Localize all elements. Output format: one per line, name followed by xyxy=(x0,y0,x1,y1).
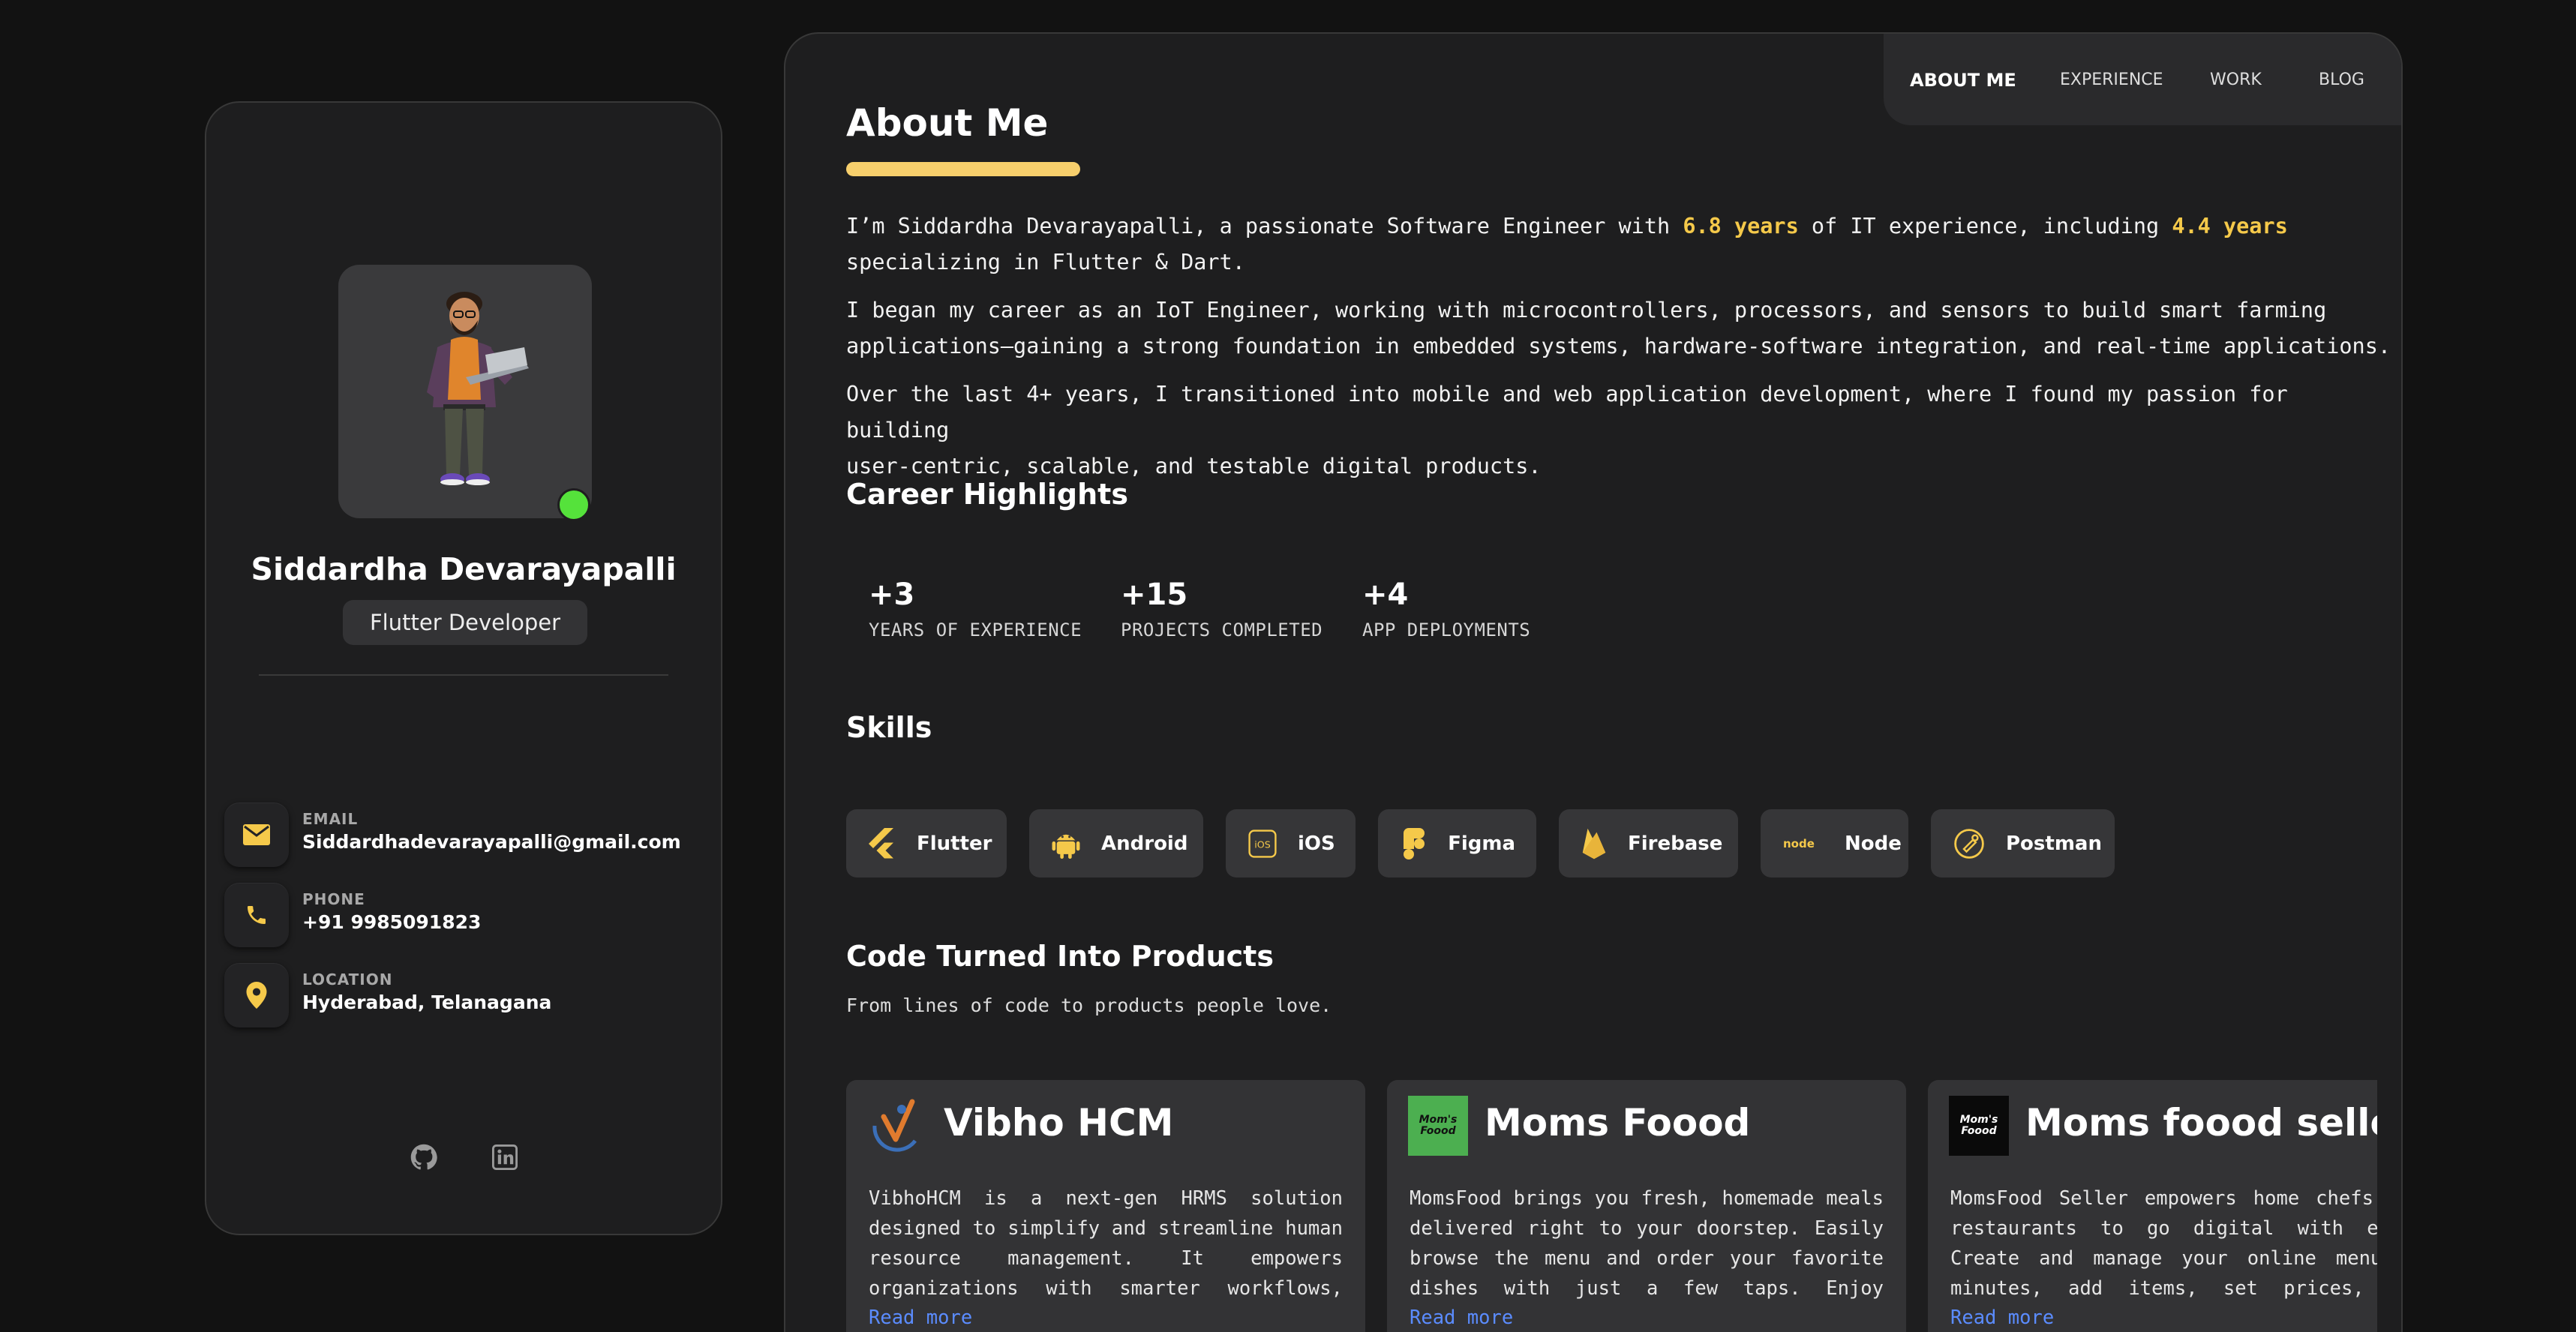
ios-icon: iOS xyxy=(1248,828,1277,860)
skill-label: Android xyxy=(1101,832,1188,855)
main-panel: ABOUT ME EXPERIENCE WORK BLOG About Me I… xyxy=(784,32,2403,1332)
title-underline xyxy=(846,162,1080,176)
svg-text:iOS: iOS xyxy=(1254,838,1271,850)
skill-chip-figma: Figma xyxy=(1378,809,1536,878)
product-card-moms-foood[interactable]: Mom's Foood Moms Foood MomsFood brings y… xyxy=(1387,1080,1906,1332)
about-paragraph-1: I’m Siddardha Devarayapalli, a passionat… xyxy=(846,208,2391,280)
product-title: Moms foood seller xyxy=(2025,1101,2377,1144)
page-title: About Me xyxy=(846,101,1049,145)
divider xyxy=(259,674,668,676)
stat-number: +4 xyxy=(1362,578,1409,612)
avatar xyxy=(338,265,592,518)
skill-label: Figma xyxy=(1448,832,1515,855)
skill-chip-ios: iOS iOS xyxy=(1226,809,1356,878)
highlight-years-flutter: 4.4 years xyxy=(2172,214,2288,238)
about-text: I began my career as an IoT Engineer, wo… xyxy=(846,298,2327,322)
contact-label: LOCATION xyxy=(302,970,393,988)
postman-icon xyxy=(1953,828,1985,860)
stat-experience: +3 YEARS OF EXPERIENCE xyxy=(869,578,1082,640)
contact-label: PHONE xyxy=(302,890,365,908)
product-description: MomsFood Seller empowers home chefs and … xyxy=(1950,1187,2377,1300)
nav-work[interactable]: WORK xyxy=(2210,70,2262,89)
logo-text: Mom's Foood xyxy=(1419,1114,1458,1137)
stat-label: PROJECTS COMPLETED xyxy=(1121,620,1323,640)
about-text: applications—gaining a strong foundation… xyxy=(846,334,2391,358)
product-card-moms-foood-seller[interactable]: Mom's Foood Moms foood seller MomsFood S… xyxy=(1928,1080,2377,1332)
about-text: of IT experience, including xyxy=(1798,214,2172,238)
online-status-indicator xyxy=(557,488,590,521)
contact-location: LOCATION Hyderabad, Telanagana xyxy=(224,963,704,1030)
mail-icon xyxy=(224,802,289,867)
android-icon xyxy=(1052,828,1080,860)
location-value: Hyderabad, Telanagana xyxy=(302,992,552,1013)
products-subtitle: From lines of code to products people lo… xyxy=(846,994,1332,1016)
skill-label: Firebase xyxy=(1628,832,1723,855)
nav-experience[interactable]: EXPERIENCE xyxy=(2060,70,2163,89)
moms-foood-logo-icon: Mom's Foood xyxy=(1408,1096,1468,1156)
products-title: Code Turned Into Products xyxy=(846,940,1274,973)
contact-label: EMAIL xyxy=(302,810,359,828)
skill-label: iOS xyxy=(1298,832,1335,855)
about-paragraph-3: Over the last 4+ years, I transitioned i… xyxy=(846,376,2391,484)
linkedin-icon[interactable] xyxy=(490,1142,520,1172)
moms-foood-seller-logo-icon: Mom's Foood xyxy=(1949,1096,2009,1156)
nav-about-me[interactable]: ABOUT ME xyxy=(1910,70,2016,91)
stat-projects: +15 PROJECTS COMPLETED xyxy=(1121,578,1323,640)
vibho-logo-icon xyxy=(867,1096,927,1156)
skill-chip-node: node Node xyxy=(1761,809,1908,878)
github-icon[interactable] xyxy=(409,1142,439,1172)
flutter-icon xyxy=(869,827,896,860)
profile-sidebar: Siddardha Devarayapalli Flutter Develope… xyxy=(205,101,722,1235)
product-card-vibho-hcm[interactable]: Vibho HCM VibhoHCM is a next-gen HRMS so… xyxy=(846,1080,1365,1332)
skill-chip-flutter: Flutter xyxy=(846,809,1007,878)
firebase-icon xyxy=(1581,828,1607,860)
read-more-link[interactable]: Read more xyxy=(1950,1306,2054,1329)
role-badge: Flutter Developer xyxy=(343,600,587,645)
product-title: Moms Foood xyxy=(1485,1101,1751,1144)
stat-number: +15 xyxy=(1121,578,1188,612)
contact-email: EMAIL Siddardhadevarayapalli@gmail.com xyxy=(224,802,704,870)
skill-label: Postman xyxy=(2006,832,2102,855)
stat-label: YEARS OF EXPERIENCE xyxy=(869,620,1082,640)
nav-blog[interactable]: BLOG xyxy=(2319,70,2364,89)
phone-link[interactable]: +91 9985091823 xyxy=(302,911,481,933)
stat-deployments: +4 APP DEPLOYMENTS xyxy=(1362,578,1530,640)
profile-name: Siddardha Devarayapalli xyxy=(251,551,677,587)
svg-text:node: node xyxy=(1783,837,1815,850)
read-more-link[interactable]: Read more xyxy=(869,1306,972,1329)
read-more-link[interactable]: Read more xyxy=(1410,1306,1513,1329)
about-text: specializing in Flutter & Dart. xyxy=(846,250,1245,274)
nodejs-icon: node xyxy=(1783,828,1824,860)
email-link[interactable]: Siddardhadevarayapalli@gmail.com xyxy=(302,831,681,853)
figma-icon xyxy=(1401,827,1427,860)
career-highlights-title: Career Highlights xyxy=(846,478,1128,511)
avatar-illustration xyxy=(427,292,529,485)
phone-icon xyxy=(224,883,289,947)
location-pin-icon xyxy=(224,963,289,1028)
logo-text: Mom's Foood xyxy=(1959,1114,1998,1137)
skill-label: Node xyxy=(1845,832,1902,855)
skill-label: Flutter xyxy=(917,832,992,855)
skill-chip-android: Android xyxy=(1029,809,1203,878)
product-description: MomsFood brings you fresh, homemade meal… xyxy=(1410,1187,1884,1300)
skill-chip-postman: Postman xyxy=(1931,809,2115,878)
highlight-years-it: 6.8 years xyxy=(1683,214,1799,238)
skill-chip-firebase: Firebase xyxy=(1559,809,1738,878)
stat-label: APP DEPLOYMENTS xyxy=(1362,620,1531,640)
about-text: I’m Siddardha Devarayapalli, a passionat… xyxy=(846,214,1683,238)
contact-phone: PHONE +91 9985091823 xyxy=(224,883,704,950)
skills-title: Skills xyxy=(846,711,932,744)
top-navigation: ABOUT ME EXPERIENCE WORK BLOG xyxy=(1884,34,2401,125)
product-title: Vibho HCM xyxy=(944,1101,1174,1144)
stat-number: +3 xyxy=(869,578,915,612)
about-text: user-centric, scalable, and testable dig… xyxy=(846,454,1542,478)
about-text: Over the last 4+ years, I transitioned i… xyxy=(846,382,2288,442)
product-description: VibhoHCM is a next-gen HRMS solution des… xyxy=(869,1187,1343,1300)
about-paragraph-2: I began my career as an IoT Engineer, wo… xyxy=(846,292,2391,364)
